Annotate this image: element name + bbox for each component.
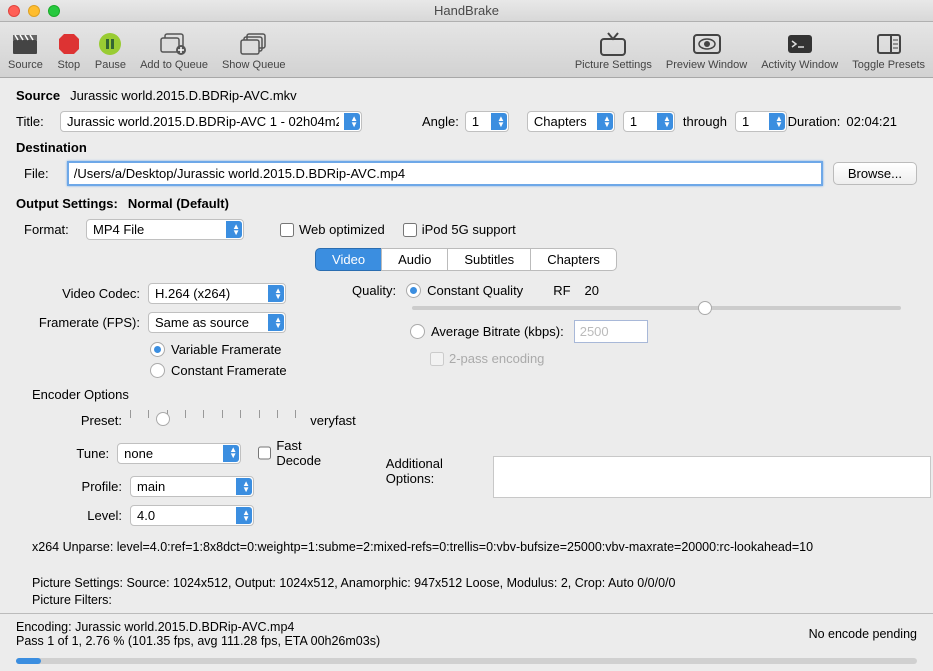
tab-audio[interactable]: Audio	[381, 248, 448, 271]
destination-file-input[interactable]	[67, 161, 823, 186]
format-select[interactable]: MP4 File ▲▼	[86, 219, 244, 240]
rf-value: 20	[585, 283, 599, 298]
add-to-queue-button[interactable]: Add to Queue	[140, 29, 208, 71]
pass-status: Pass 1 of 1, 2.76 % (101.35 fps, avg 111…	[16, 634, 380, 648]
preview-window-button[interactable]: Preview Window	[666, 29, 747, 71]
eye-icon	[692, 29, 722, 59]
source-button[interactable]: Source	[8, 29, 43, 71]
tab-subtitles[interactable]: Subtitles	[447, 248, 531, 271]
tune-select[interactable]: none ▲▼	[117, 443, 241, 464]
progress-bar	[16, 658, 917, 664]
browse-button[interactable]: Browse...	[833, 162, 917, 185]
radio-icon	[150, 363, 165, 378]
source-label: Source	[16, 88, 60, 103]
picture-settings-button[interactable]: Picture Settings	[575, 29, 652, 71]
format-label: Format:	[24, 222, 80, 237]
title-label: Title:	[16, 114, 54, 129]
show-queue-button[interactable]: Show Queue	[222, 29, 286, 71]
preset-value: veryfast	[310, 413, 356, 428]
level-select[interactable]: 4.0 ▲▼	[130, 505, 254, 526]
toolbar: Source Stop Pause Add to Queue Show Queu…	[0, 22, 933, 78]
tabs: Video Audio Subtitles Chapters	[16, 248, 917, 271]
duration-value: 02:04:21	[846, 114, 897, 129]
output-settings-label: Output Settings:	[16, 196, 118, 211]
stop-icon	[57, 29, 81, 59]
chapter-from-select[interactable]: 1 ▲▼	[623, 111, 675, 132]
constant-quality-radio[interactable]: Constant Quality	[406, 283, 523, 298]
tv-icon	[598, 29, 628, 59]
close-window-button[interactable]	[8, 5, 20, 17]
preset-slider[interactable]	[130, 410, 296, 430]
clapperboard-icon	[11, 29, 39, 59]
angle-select[interactable]: 1 ▲▼	[465, 111, 509, 132]
level-label: Level:	[32, 508, 122, 523]
source-file: Jurassic world.2015.D.BDRip-AVC.mkv	[70, 88, 297, 103]
picture-filters-text: Picture Filters:	[32, 593, 901, 607]
tune-label: Tune:	[32, 446, 109, 461]
additional-options-input[interactable]	[493, 456, 931, 498]
output-preset: Normal (Default)	[128, 196, 229, 211]
average-bitrate-radio[interactable]: Average Bitrate (kbps):	[410, 324, 564, 339]
encoder-options-heading: Encoder Options	[32, 387, 901, 402]
add-queue-icon	[159, 29, 189, 59]
constant-framerate-radio[interactable]: Constant Framerate	[150, 363, 287, 378]
profile-select[interactable]: main ▲▼	[130, 476, 254, 497]
quality-label: Quality:	[352, 283, 396, 298]
angle-label: Angle:	[422, 114, 459, 129]
radio-icon	[150, 342, 165, 357]
additional-options-label: Additional Options:	[386, 456, 485, 486]
tab-video[interactable]: Video	[315, 248, 382, 271]
rf-label: RF	[553, 283, 570, 298]
title-select[interactable]: Jurassic world.2015.D.BDRip-AVC 1 - 02h0…	[60, 111, 362, 132]
minimize-window-button[interactable]	[28, 5, 40, 17]
stop-button[interactable]: Stop	[57, 29, 81, 71]
radio-icon	[410, 324, 425, 339]
file-label: File:	[24, 166, 61, 181]
tab-chapters[interactable]: Chapters	[530, 248, 617, 271]
framerate-label: Framerate (FPS):	[32, 315, 140, 330]
zoom-window-button[interactable]	[48, 5, 60, 17]
activity-window-button[interactable]: Activity Window	[761, 29, 838, 71]
chapters-mode-select[interactable]: Chapters ▲▼	[527, 111, 615, 132]
video-codec-label: Video Codec:	[32, 286, 140, 301]
ipod-support-checkbox[interactable]: iPod 5G support	[403, 222, 516, 237]
framerate-select[interactable]: Same as source ▲▼	[148, 312, 286, 333]
terminal-icon	[786, 29, 814, 59]
x264-unparse: x264 Unparse: level=4.0:ref=1:8x8dct=0:w…	[32, 540, 901, 554]
window-title: HandBrake	[434, 3, 499, 18]
panel-icon	[876, 29, 902, 59]
pause-button[interactable]: Pause	[95, 29, 126, 71]
duration-label: Duration:	[788, 114, 841, 129]
quality-slider[interactable]	[412, 306, 901, 310]
titlebar: HandBrake	[0, 0, 933, 22]
bitrate-input[interactable]	[574, 320, 648, 343]
encoding-status: Encoding: Jurassic world.2015.D.BDRip-AV…	[16, 620, 380, 634]
toggle-presets-button[interactable]: Toggle Presets	[852, 29, 925, 71]
picture-settings-text: Picture Settings: Source: 1024x512, Outp…	[32, 576, 901, 590]
pause-icon	[98, 29, 122, 59]
fast-decode-checkbox[interactable]: Fast Decode	[258, 438, 337, 468]
show-queue-icon	[239, 29, 269, 59]
web-optimized-checkbox[interactable]: Web optimized	[280, 222, 385, 237]
through-label: through	[683, 114, 727, 129]
chapter-to-select[interactable]: 1 ▲▼	[735, 111, 787, 132]
video-codec-select[interactable]: H.264 (x264) ▲▼	[148, 283, 286, 304]
destination-heading: Destination	[16, 140, 917, 155]
queue-pending: No encode pending	[809, 627, 917, 641]
preset-label: Preset:	[32, 413, 122, 428]
variable-framerate-radio[interactable]: Variable Framerate	[150, 342, 281, 357]
profile-label: Profile:	[32, 479, 122, 494]
two-pass-checkbox: 2-pass encoding	[430, 351, 544, 366]
radio-icon	[406, 283, 421, 298]
